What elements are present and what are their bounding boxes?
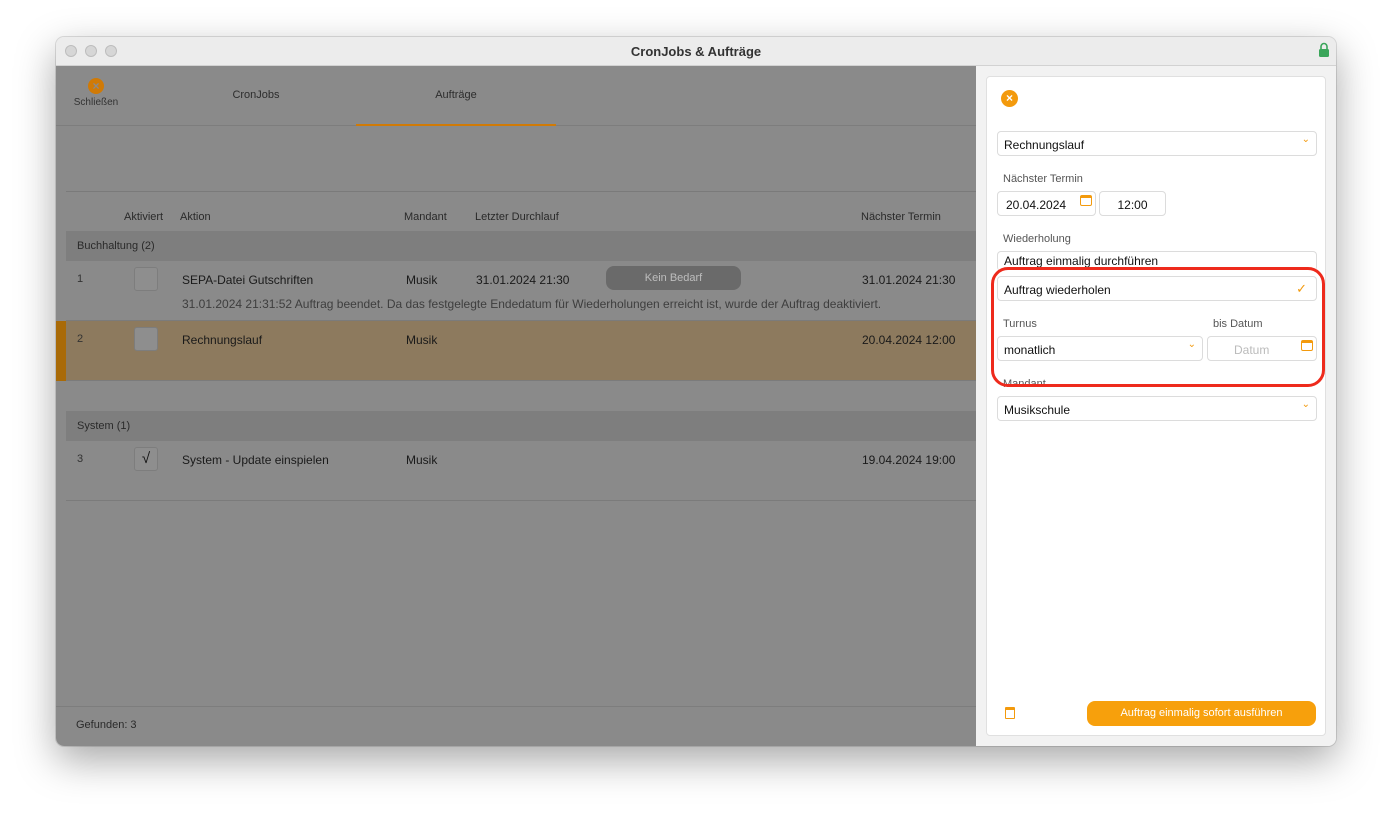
tab-auftraege[interactable]: Aufträge <box>356 66 556 126</box>
row-mandant: Musik <box>406 273 438 287</box>
active-checkbox[interactable] <box>134 327 158 351</box>
job-type-select[interactable]: Rechnungslauf ⌄ <box>997 131 1317 156</box>
row-naechster: 31.01.2024 21:30 <box>862 273 956 287</box>
jobs-table: Aktiviert Aktion Mandant Letzter Durchla… <box>56 191 978 501</box>
selection-indicator <box>56 321 66 381</box>
row-note: 31.01.2024 21:31:52 Auftrag beendet. Da … <box>182 297 882 311</box>
detail-card: × Rechnungslauf ⌄ Nächster Termin 20.04.… <box>986 76 1326 736</box>
active-checkbox[interactable] <box>134 267 158 291</box>
row-number: 1 <box>77 273 84 285</box>
next-time-field[interactable]: 12:00 <box>1099 191 1166 216</box>
group-header-buchhaltung[interactable]: Buchhaltung (2) <box>66 231 976 261</box>
table-header: Aktiviert Aktion Mandant Letzter Durchla… <box>66 191 976 231</box>
lock-icon <box>1319 42 1329 57</box>
next-date-field[interactable]: 20.04.2024 <box>997 191 1096 216</box>
table-row[interactable]: 3 √ System - Update einspielen Musik 19.… <box>66 441 976 501</box>
col-mandant[interactable]: Mandant <box>404 211 447 223</box>
chevron-down-icon: ⌄ <box>1301 134 1310 145</box>
next-date-value: 20.04.2024 <box>1006 198 1067 212</box>
row-letzter: 31.01.2024 21:30 <box>476 273 570 287</box>
table-row[interactable]: 1 SEPA-Datei Gutschriften Musik 31.01.20… <box>66 261 976 321</box>
col-letzter-durchlauf[interactable]: Letzter Durchlauf <box>475 211 559 223</box>
repeat-option-hidden-text: Auftrag einmalig durchführen <box>1004 254 1159 268</box>
window-title: CronJobs & Aufträge <box>630 44 762 59</box>
calendar-icon[interactable] <box>1080 195 1092 206</box>
highlight-annotation <box>991 267 1325 387</box>
row-aktion: System - Update einspielen <box>182 453 329 467</box>
mandant-value: Musikschule <box>1004 403 1071 417</box>
toolbar: × Schließen CronJobs Aufträge <box>56 66 976 126</box>
row-naechster: 19.04.2024 19:00 <box>862 453 956 467</box>
col-aktiviert[interactable]: Aktiviert <box>124 211 163 223</box>
close-button[interactable]: × Schließen <box>68 78 124 108</box>
status-badge: Kein Bedarf <box>606 266 741 290</box>
run-once-button[interactable]: Auftrag einmalig sofort ausführen <box>1087 701 1316 726</box>
footer-count: Gefunden: 3 <box>56 706 976 746</box>
close-circle-icon: × <box>88 78 104 94</box>
next-date-label: Nächster Termin <box>1003 173 1083 185</box>
col-naechster-termin[interactable]: Nächster Termin <box>861 211 941 223</box>
close-panel-icon[interactable]: × <box>1001 90 1018 107</box>
active-checkbox[interactable]: √ <box>134 447 158 471</box>
row-number: 2 <box>77 333 84 345</box>
row-aktion: Rechnungslauf <box>182 333 263 347</box>
tab-cronjobs[interactable]: CronJobs <box>156 66 356 126</box>
row-mandant: Musik <box>406 333 438 347</box>
table-row-selected[interactable]: 2 Rechnungslauf Musik 20.04.2024 12:00 <box>56 321 976 381</box>
close-label: Schließen <box>73 97 119 108</box>
col-aktion[interactable]: Aktion <box>180 211 211 223</box>
detail-panel: × Rechnungslauf ⌄ Nächster Termin 20.04.… <box>976 66 1336 746</box>
row-number: 3 <box>77 453 84 465</box>
group-header-system[interactable]: System (1) <box>66 411 976 441</box>
job-type-value: Rechnungslauf <box>1004 138 1085 152</box>
repeat-label: Wiederholung <box>1003 233 1071 245</box>
row-naechster: 20.04.2024 12:00 <box>862 333 956 347</box>
main-window: CronJobs & Aufträge × Schließen CronJobs… <box>56 37 1336 746</box>
row-aktion: SEPA-Datei Gutschriften <box>182 273 314 287</box>
chevron-down-icon: ⌄ <box>1301 399 1310 410</box>
trash-icon[interactable] <box>1005 707 1015 719</box>
main-content: × Schließen CronJobs Aufträge Aktiviert … <box>56 66 976 746</box>
row-mandant: Musik <box>406 453 438 467</box>
mandant-select[interactable]: Musikschule ⌄ <box>997 396 1317 421</box>
title-bar: CronJobs & Aufträge <box>56 37 1336 66</box>
